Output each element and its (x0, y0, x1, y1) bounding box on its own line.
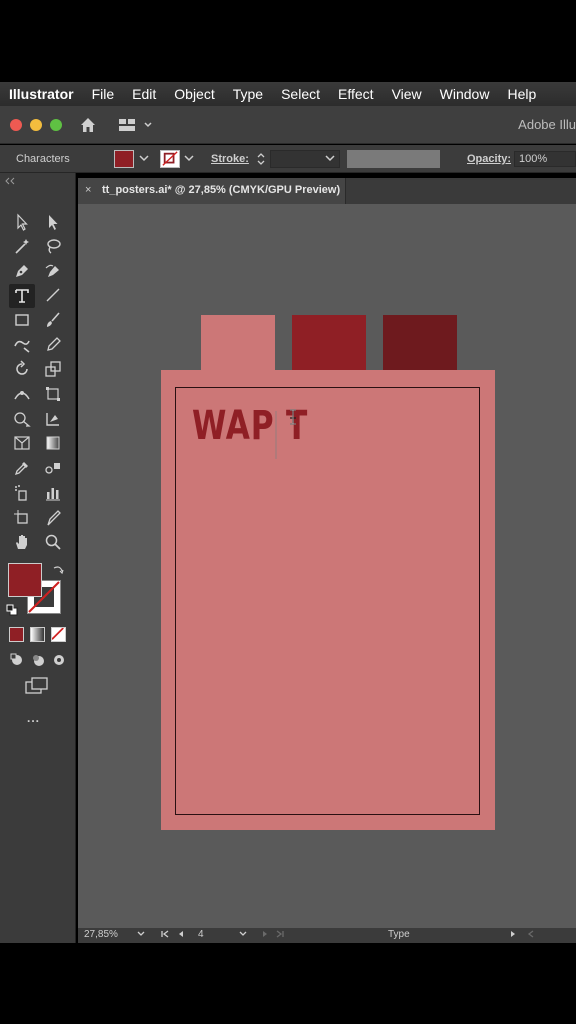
chevron-down-icon[interactable] (324, 151, 336, 165)
control-bar: Characters Stroke: Opacity: 100% (0, 145, 576, 173)
chevron-down-icon[interactable] (138, 151, 150, 165)
current-tool-label[interactable]: Type (388, 929, 410, 940)
type-cursor-icon (288, 409, 298, 425)
blend-tool-icon[interactable] (42, 457, 64, 479)
none-mode-button[interactable] (51, 627, 66, 642)
characters-label[interactable]: Characters (16, 153, 70, 165)
document-tab-bar: × tt_posters.ai* @ 27,85% (CMYK/GPU Prev… (78, 178, 576, 204)
document-tab[interactable]: × tt_posters.ai* @ 27,85% (CMYK/GPU Prev… (78, 178, 346, 204)
close-window-button[interactable] (10, 119, 22, 131)
screen: Illustrator File Edit Object Type Select… (0, 0, 576, 1024)
document-tab-title: tt_posters.ai* @ 27,85% (CMYK/GPU Previe… (102, 184, 341, 196)
stroke-label[interactable]: Stroke: (211, 153, 249, 165)
menu-bar: Illustrator File Edit Object Type Select… (0, 82, 576, 106)
menu-effect[interactable]: Effect (329, 86, 383, 102)
width-tool-icon[interactable] (11, 383, 33, 405)
chevron-down-icon[interactable] (183, 151, 195, 165)
menu-window[interactable]: Window (431, 86, 499, 102)
next-artboard-icon[interactable] (260, 929, 270, 942)
column-graph-tool-icon[interactable] (42, 482, 64, 504)
fill-color-swatch[interactable] (114, 150, 134, 168)
shaper-tool-icon[interactable] (11, 334, 33, 356)
perspective-grid-tool-icon[interactable] (11, 432, 33, 454)
gradient-mode-button[interactable] (30, 627, 45, 642)
rectangle-tool-icon[interactable] (11, 309, 33, 331)
rotate-tool-icon[interactable] (11, 358, 33, 380)
workspace-switcher-icon[interactable] (118, 118, 154, 132)
default-fill-stroke-icon[interactable] (6, 603, 18, 616)
gradient-tool-icon[interactable] (42, 432, 64, 454)
close-icon[interactable]: × (85, 184, 91, 196)
shape-builder-tool-icon[interactable] (11, 408, 33, 430)
direct-selection-tool-icon[interactable] (42, 211, 64, 233)
tools-panel: ... (0, 173, 76, 943)
draw-normal-icon[interactable] (10, 653, 24, 667)
stroke-none-swatch[interactable] (160, 150, 180, 168)
selection-tool-icon[interactable] (11, 211, 33, 233)
swap-fill-stroke-icon[interactable] (52, 563, 64, 575)
type-tool-icon[interactable] (9, 284, 35, 308)
magic-wand-tool-icon[interactable] (11, 235, 33, 257)
slice-tool-icon[interactable] (42, 507, 64, 529)
zoom-window-button[interactable] (50, 119, 62, 131)
curvature-tool-icon[interactable] (42, 260, 64, 282)
symbol-sprayer-tool-icon[interactable] (11, 482, 33, 504)
pen-tool-icon[interactable] (11, 260, 33, 282)
eyedropper-tool-icon[interactable] (11, 457, 33, 479)
poster-headline-text[interactable]: WAP T (192, 400, 308, 452)
edit-toolbar-icon[interactable]: ... (27, 711, 40, 725)
draw-inside-icon[interactable] (52, 653, 66, 667)
line-segment-tool-icon[interactable] (42, 284, 64, 306)
status-menu-icon[interactable] (508, 929, 518, 942)
fill-color-box[interactable] (8, 563, 42, 597)
artboard-number[interactable]: 4 (198, 929, 204, 940)
menu-help[interactable]: Help (498, 86, 545, 102)
swatch-light-red[interactable] (201, 315, 275, 377)
zoom-tool-icon[interactable] (42, 531, 64, 553)
first-artboard-icon[interactable] (160, 929, 170, 942)
minimize-window-button[interactable] (30, 119, 42, 131)
lasso-tool-icon[interactable] (42, 235, 64, 257)
menu-object[interactable]: Object (165, 86, 223, 102)
last-artboard-icon[interactable] (275, 929, 285, 942)
home-icon[interactable] (79, 116, 97, 134)
draw-behind-icon[interactable] (31, 653, 45, 667)
hand-tool-icon[interactable] (11, 531, 33, 553)
free-transform-tool-icon[interactable] (42, 383, 64, 405)
menu-view[interactable]: View (383, 86, 431, 102)
pencil-tool-icon[interactable] (42, 334, 64, 356)
menu-edit[interactable]: Edit (123, 86, 165, 102)
artboard-tool-icon[interactable] (11, 507, 33, 529)
menu-select[interactable]: Select (272, 86, 329, 102)
opacity-input[interactable]: 100% (514, 151, 576, 167)
collapse-panel-icon[interactable] (4, 177, 16, 187)
app-title: Adobe Illu (518, 117, 576, 132)
menu-type[interactable]: Type (224, 86, 272, 102)
live-paint-bucket-tool-icon[interactable] (42, 408, 64, 430)
menu-illustrator[interactable]: Illustrator (0, 86, 83, 102)
stroke-stepper-icon[interactable] (255, 150, 267, 168)
previous-artboard-icon[interactable] (176, 929, 186, 942)
screen-mode-icon[interactable] (25, 677, 49, 695)
canvas[interactable]: WAP T (78, 204, 576, 928)
application-bar: Adobe Illu (0, 106, 576, 144)
chevron-down-icon[interactable] (238, 929, 248, 942)
zoom-level[interactable]: 27,85% (84, 929, 118, 940)
variable-width-profile[interactable] (347, 150, 440, 168)
opacity-label[interactable]: Opacity: (467, 153, 511, 165)
menu-file[interactable]: File (83, 86, 124, 102)
chevron-down-icon[interactable] (136, 929, 146, 942)
scroll-left-icon[interactable] (526, 929, 536, 942)
status-bar: 27,85% 4 Type (78, 928, 576, 943)
color-mode-button[interactable] (9, 627, 24, 642)
text-cursor (275, 411, 277, 459)
scale-tool-icon[interactable] (42, 358, 64, 380)
paintbrush-tool-icon[interactable] (42, 309, 64, 331)
